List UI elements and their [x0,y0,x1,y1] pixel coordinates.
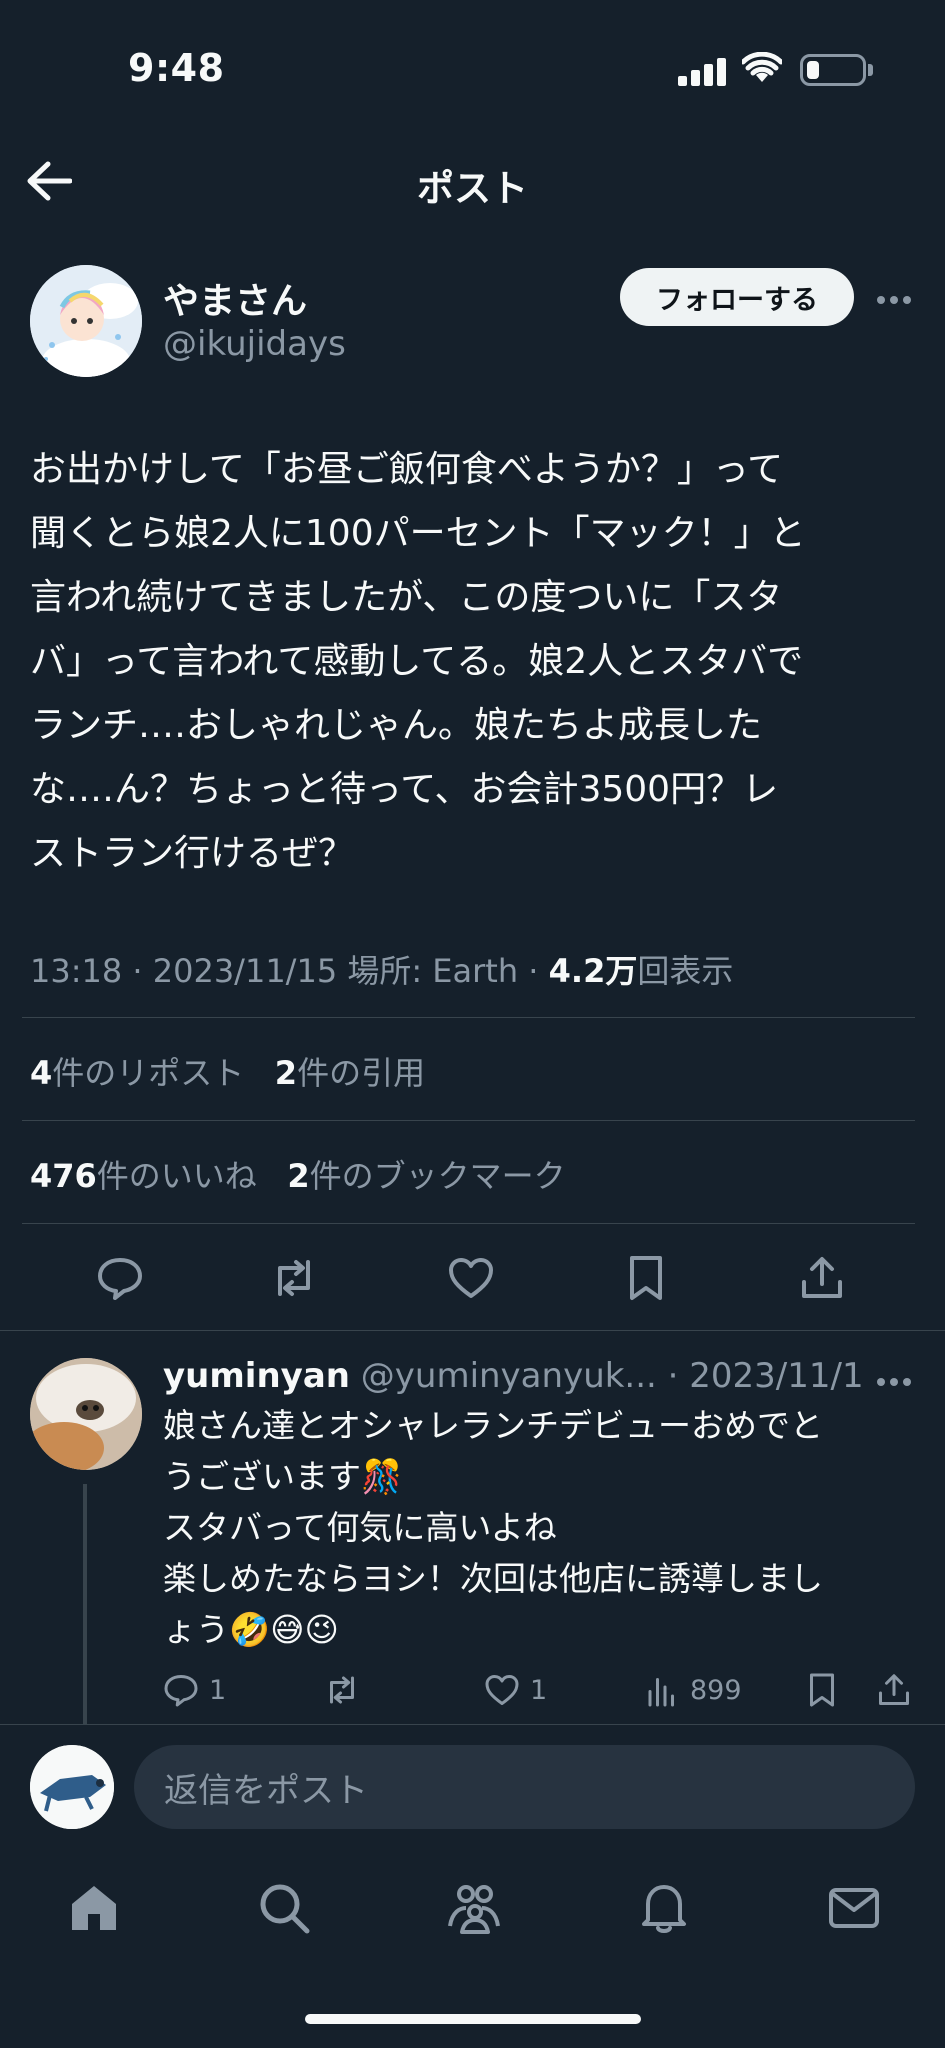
author-handle[interactable]: @ikujidays [163,324,346,364]
views-icon [644,1672,680,1708]
bookmarks-link[interactable]: 2件のブックマーク [287,1157,565,1195]
reply-like-button[interactable]: 1 [484,1672,547,1708]
bookmark-icon [804,1672,840,1708]
more-options-icon[interactable] [876,290,912,304]
page-title: ポスト [417,167,528,210]
reply-header: yuminyan @yuminyanyuk... · 2023/11/15 [163,1356,863,1396]
reposts-link[interactable]: 4件のリポスト [30,1054,244,1092]
post-meta: 13:18 · 2023/11/15 場所: Earth · 4.2万回表示 [30,946,733,992]
share-icon[interactable] [798,1254,846,1302]
like-icon [484,1672,520,1708]
reply-like-count: 1 [530,1674,548,1706]
reply-view-count: 899 [690,1674,742,1706]
reply-reply-button[interactable]: 1 [163,1672,226,1708]
battery-icon [800,54,866,86]
repost-quote-stats: 4件のリポスト 2件の引用 [30,1048,425,1094]
divider [0,1330,945,1331]
wifi-icon [740,51,784,86]
like-icon[interactable] [447,1254,495,1302]
divider [0,1724,945,1725]
thread-line [83,1484,87,1724]
bookmark-icon[interactable] [622,1254,670,1302]
like-bookmark-stats: 476件のいいね 2件のブックマーク [30,1151,566,1197]
status-time: 9:48 [128,46,225,90]
share-icon [876,1672,912,1708]
home-indicator[interactable] [305,2014,641,2024]
reply-author-name[interactable]: yuminyan [163,1356,350,1396]
reply-views-button[interactable]: 899 [644,1672,742,1708]
reply-date: · 2023/11/15 [656,1356,863,1396]
author-name[interactable]: やまさん [163,272,307,324]
search-icon[interactable] [256,1880,312,1936]
post-timestamp-location: 13:18 · 2023/11/15 場所: Earth · [30,952,549,990]
home-icon[interactable] [66,1880,122,1936]
battery-tip [868,64,873,76]
divider [22,1120,915,1121]
reply-author-handle[interactable]: @yuminyanyuk... [350,1356,657,1396]
reply-input[interactable]: 返信をポスト [134,1745,915,1829]
divider [22,1017,915,1018]
follow-button[interactable]: フォローする [620,268,854,326]
reply-text: 娘さん達とオシャレランチデビューおめでと うございます🎊 スタバって何気に高いよ… [163,1406,823,1649]
reply-icon [163,1672,199,1708]
repost-icon [324,1672,360,1708]
author-avatar[interactable] [30,265,142,377]
communities-icon[interactable] [446,1880,502,1936]
reply-author-avatar[interactable] [30,1358,142,1470]
likes-link[interactable]: 476件のいいね [30,1157,257,1195]
views-count: 4.2万 [548,952,638,990]
post-text: お出かけして「お昼ご飯何食べようか？」って 聞くとら娘2人に100パーセント「マ… [30,449,806,874]
reply-repost-button[interactable] [324,1672,360,1708]
my-avatar[interactable] [30,1745,114,1829]
quotes-link[interactable]: 2件の引用 [275,1054,425,1092]
reply-share-button[interactable] [876,1672,912,1708]
divider [22,1223,915,1224]
messages-icon[interactable] [826,1880,882,1936]
reply-more-options-icon[interactable] [876,1372,912,1386]
reply-icon[interactable] [96,1254,144,1302]
views-label: 回表示 [637,952,734,990]
cellular-signal-icon [678,58,730,86]
reply-reply-count: 1 [209,1674,227,1706]
repost-icon[interactable] [270,1254,318,1302]
notifications-icon[interactable] [636,1880,692,1936]
reply-bookmark-button[interactable] [804,1672,840,1708]
